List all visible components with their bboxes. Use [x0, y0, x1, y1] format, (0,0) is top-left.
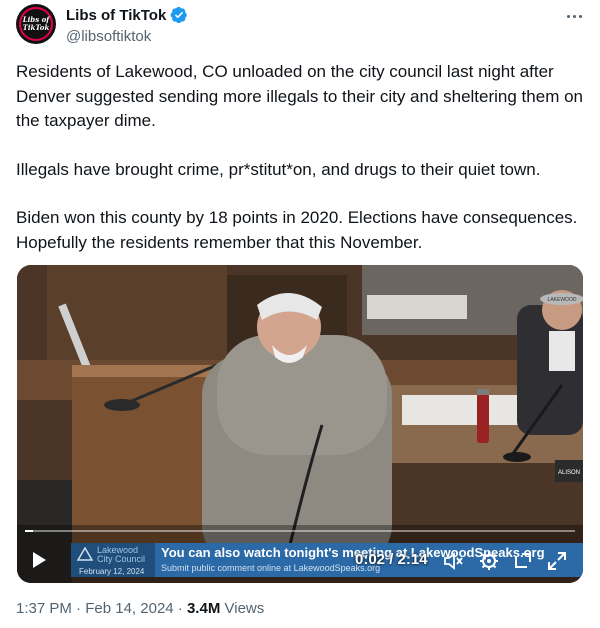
- lower-third-date: February 12, 2024: [79, 567, 145, 576]
- avatar-logo-line2: TikTok: [22, 23, 50, 32]
- verified-badge-icon[interactable]: [170, 6, 188, 24]
- tweet-date[interactable]: Feb 14, 2024: [85, 600, 173, 617]
- meta-separator: ·: [177, 600, 183, 617]
- lakewood-triangle-icon: [77, 547, 93, 561]
- settings-icon[interactable]: [479, 551, 499, 571]
- avatar[interactable]: Libs of TikTok: [16, 4, 56, 44]
- lower-third-logo: Lakewood City Council February 12, 2024: [71, 543, 155, 577]
- more-dot-icon: [578, 14, 582, 18]
- meta-separator: ·: [76, 600, 82, 617]
- video-progress-bar[interactable]: [25, 530, 575, 532]
- lower-third-banner: Lakewood City Council February 12, 2024 …: [71, 543, 583, 577]
- video-frame: ALISON LAKEWOOD: [17, 265, 583, 583]
- video-time-display: 0:02 / 2:14: [355, 551, 428, 568]
- author-handle[interactable]: @libsoftiktok: [66, 28, 151, 45]
- lower-third-org-line2: City Council: [97, 554, 146, 564]
- more-options-button[interactable]: [562, 6, 586, 26]
- corner-logo-text: LAKEWOOD: [548, 297, 577, 303]
- play-icon[interactable]: [31, 551, 47, 569]
- tweet-paragraph: Residents of Lakewood, CO unloaded on th…: [16, 62, 583, 130]
- tweet-text: Residents of Lakewood, CO unloaded on th…: [16, 60, 586, 279]
- tweet: Libs of TikTok Libs of TikTok @libsoftik…: [0, 0, 600, 628]
- lower-third-org: Lakewood City Council: [97, 546, 145, 564]
- video-player[interactable]: ALISON LAKEWOOD Lakewood City Council Fe…: [17, 265, 583, 583]
- views-label: Views: [224, 600, 265, 617]
- author-display-name[interactable]: Libs of TikTok: [66, 7, 166, 24]
- avatar-logo: Libs of TikTok: [16, 16, 56, 32]
- nameplate-text: ALISON: [558, 470, 580, 476]
- more-dot-icon: [566, 14, 570, 18]
- author-name-row: Libs of TikTok: [66, 6, 188, 24]
- lower-third-subline: Submit public comment online at Lakewood…: [161, 563, 381, 573]
- mute-icon[interactable]: [443, 552, 463, 570]
- video-progress-fill: [25, 530, 34, 532]
- picture-in-picture-icon[interactable]: [513, 551, 533, 571]
- tweet-time[interactable]: 1:37 PM: [16, 600, 72, 617]
- views-count: 3.4M: [186, 600, 221, 617]
- tweet-paragraph: Biden won this county by 18 points in 20…: [16, 208, 578, 252]
- tweet-meta: 1:37 PM · Feb 14, 2024 · 3.4M Views: [16, 600, 264, 617]
- tweet-paragraph: Illegals have brought crime, pr*stitut*o…: [16, 159, 541, 179]
- more-dot-icon: [572, 14, 576, 18]
- fullscreen-icon[interactable]: [547, 551, 567, 571]
